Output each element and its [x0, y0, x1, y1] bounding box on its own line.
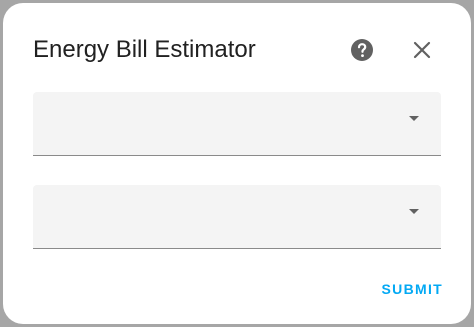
close-button[interactable]: [406, 34, 438, 66]
select-field-1[interactable]: [33, 92, 441, 156]
dropdown-arrow-icon: [409, 116, 419, 121]
dropdown-arrow-icon: [409, 209, 419, 214]
dialog-title: Energy Bill Estimator: [33, 36, 256, 63]
close-icon: [413, 41, 431, 59]
help-button[interactable]: [346, 34, 378, 66]
submit-button[interactable]: SUBMIT: [382, 281, 443, 297]
select-field-2[interactable]: [33, 185, 441, 249]
help-circle-icon: [351, 39, 373, 61]
dialog: Energy Bill Estimator SUBMIT: [3, 3, 471, 324]
